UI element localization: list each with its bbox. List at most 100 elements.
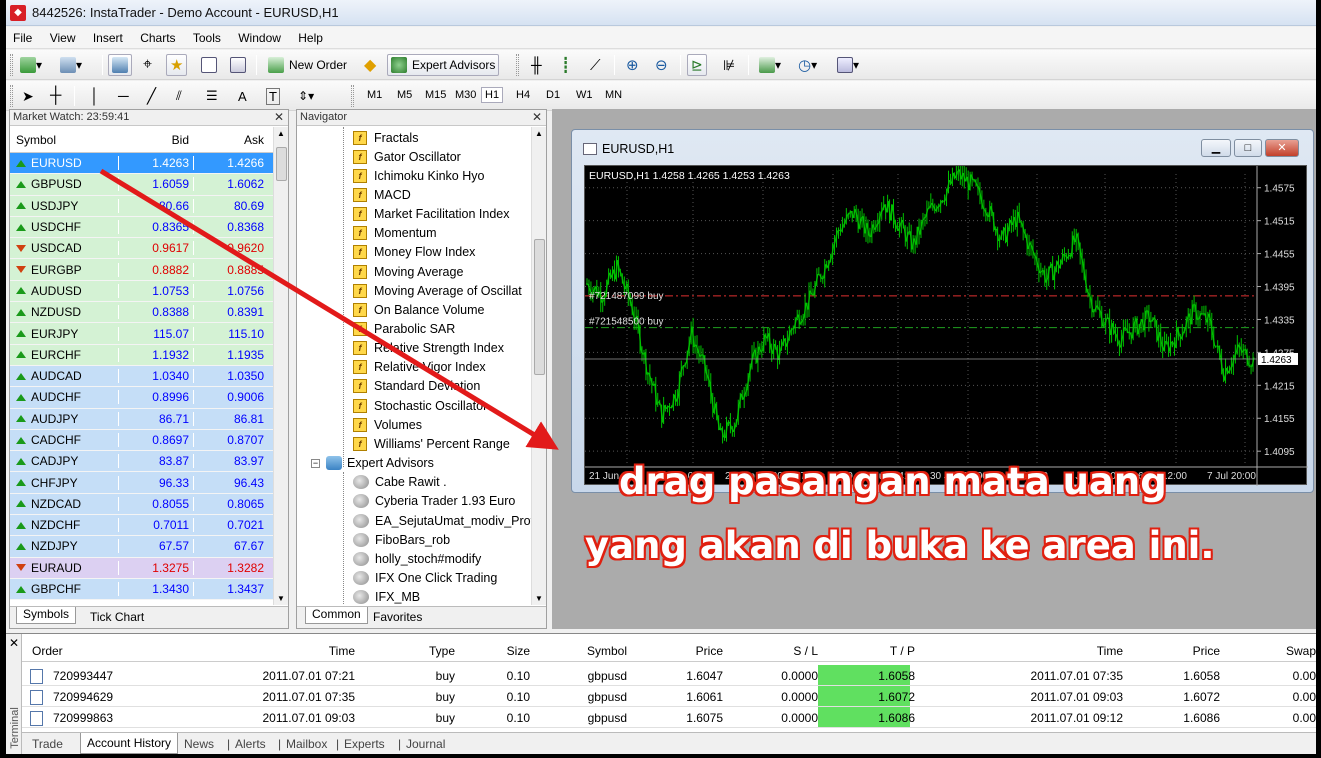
column-header[interactable]: Time — [329, 644, 355, 658]
column-ask[interactable]: Ask — [193, 133, 268, 147]
toolbar-grip[interactable] — [10, 54, 13, 76]
market-watch-row[interactable]: CADJPY 83.87 83.97 — [10, 451, 274, 473]
equidistant-channel-button[interactable]: ⫽ — [172, 85, 186, 107]
terminal-row[interactable]: 720999863 2011.07.01 09:03 buy 0.10 gbpusd 1.… — [22, 707, 1316, 728]
market-watch-scrollbar[interactable]: ▲ ▼ — [273, 127, 288, 605]
timeframe-h1[interactable]: H1 — [481, 87, 504, 103]
menu-file[interactable]: File — [6, 27, 39, 45]
navigator-indicator[interactable]: f Moving Average of Oscillat — [353, 281, 522, 300]
toolbar-grip[interactable] — [516, 54, 519, 76]
market-watch-row[interactable]: USDCHF 0.8365 0.8368 — [10, 216, 274, 239]
navigator-indicator[interactable]: f Williams' Percent Range — [353, 434, 510, 453]
market-watch-row[interactable]: CHFJPY 96.33 96.43 — [10, 472, 274, 494]
toolbar-grip[interactable] — [351, 85, 354, 107]
maximize-button[interactable]: □ — [1234, 139, 1262, 157]
scroll-up-icon[interactable]: ▲ — [277, 129, 285, 138]
market-watch-row[interactable]: NZDCAD 0.8055 0.8065 — [10, 493, 274, 516]
market-watch-row[interactable]: GBPUSD 1.6059 1.6062 — [10, 174, 274, 196]
scroll-down-icon[interactable]: ▼ — [277, 594, 285, 603]
navigator-expert[interactable]: IFX One Click Trading — [353, 568, 497, 587]
market-watch-toggle[interactable] — [108, 54, 132, 76]
close-icon[interactable]: ✕ — [274, 110, 284, 124]
navigator-toggle[interactable]: ★ — [166, 54, 188, 76]
fibonacci-button[interactable]: ☰ — [202, 85, 222, 107]
price-chart[interactable]: 1.45751.45151.44551.43951.43351.42751.42… — [584, 162, 1308, 486]
bar-chart-button[interactable]: ╫ — [527, 54, 546, 76]
expert-advisors-button[interactable]: Expert Advisors — [387, 54, 500, 76]
scroll-thumb[interactable] — [534, 239, 545, 375]
terminal-tab[interactable]: Account History — [80, 733, 179, 754]
market-watch-row[interactable]: AUDUSD 1.0753 1.0756 — [10, 280, 274, 303]
scroll-down-icon[interactable]: ▼ — [535, 594, 543, 603]
navigator-expert[interactable]: FiboBars_rob — [353, 530, 450, 549]
timeframe-m5[interactable]: M5 — [397, 89, 412, 101]
templates-button[interactable]: ▾ — [833, 54, 863, 76]
column-header[interactable]: Time — [1097, 644, 1123, 658]
close-button[interactable]: ✕ — [1265, 139, 1299, 157]
toolbar-grip[interactable] — [10, 85, 13, 107]
navigator-expert[interactable]: EA_SejutaUmat_modiv_Prot — [353, 511, 533, 530]
timeframe-mn[interactable]: MN — [605, 89, 622, 101]
data-window-button[interactable]: ⌖ — [139, 54, 156, 76]
navigator-expert[interactable]: IFX_MB — [353, 588, 420, 605]
navigator-scrollbar[interactable]: ▲ ▼ — [531, 127, 546, 605]
terminal-tab[interactable]: Trade — [32, 737, 63, 751]
navigator-expert[interactable]: Cyberia Trader 1.93 Euro — [353, 492, 515, 511]
chart-window[interactable]: EURUSD,H1 ▁ □ ✕ 1.4575 1.4515 1.4455 1.4395… — [571, 129, 1314, 493]
profiles-button[interactable]: ▾ — [56, 54, 86, 76]
menu-tools[interactable]: Tools — [186, 27, 228, 45]
navigator-indicator[interactable]: f Momentum — [353, 224, 437, 243]
market-watch-row[interactable]: NZDCHF 0.7011 0.7021 — [10, 515, 274, 537]
tab-tick-chart[interactable]: Tick Chart — [90, 610, 144, 624]
navigator-indicator[interactable]: f Money Flow Index — [353, 243, 475, 262]
market-watch-row[interactable]: NZDJPY 67.57 67.67 — [10, 536, 274, 558]
market-watch-row[interactable]: AUDJPY 86.71 86.81 — [10, 408, 274, 430]
market-watch-row[interactable]: CADCHF 0.8697 0.8707 — [10, 429, 274, 452]
column-header[interactable]: Symbol — [587, 644, 627, 658]
text-button[interactable]: A — [234, 85, 251, 107]
scroll-up-icon[interactable]: ▲ — [535, 129, 543, 138]
market-watch-row[interactable]: EURJPY 115.07 115.10 — [10, 323, 274, 345]
market-watch-row[interactable]: AUDCAD 1.0340 1.0350 — [10, 365, 274, 388]
timeframe-h4[interactable]: H4 — [516, 89, 530, 101]
column-header[interactable]: Price — [1193, 644, 1220, 658]
crosshair-button[interactable]: ┼ — [46, 85, 65, 107]
navigator-expert[interactable]: Cabe Rawit . — [353, 473, 447, 492]
timeframe-m1[interactable]: M1 — [367, 89, 382, 101]
navigator-indicator[interactable]: f Relative Vigor Index — [353, 358, 486, 377]
navigator-indicator[interactable]: f Market Facilitation Index — [353, 205, 509, 224]
market-watch-row[interactable]: GBPCHF 1.3430 1.3437 — [10, 578, 274, 601]
indicators-button[interactable]: ▾ — [755, 54, 785, 76]
cursor-button[interactable]: ➤ — [18, 85, 38, 107]
navigator-indicator[interactable]: f Fractals — [353, 128, 418, 147]
auto-scroll-button[interactable]: ⊵ — [687, 54, 707, 76]
navigator-indicator[interactable]: f Moving Average — [353, 262, 463, 281]
terminal-tab[interactable]: Experts — [344, 737, 385, 751]
zoom-in-button[interactable]: ⊕ — [622, 54, 643, 76]
market-watch-row[interactable]: EURAUD 1.3275 1.3282 — [10, 557, 274, 579]
timeframe-m30[interactable]: M30 — [455, 89, 476, 101]
menu-charts[interactable]: Charts — [133, 27, 182, 45]
market-watch-row[interactable]: NZDUSD 0.8388 0.8391 — [10, 302, 274, 324]
column-header[interactable]: Order — [32, 644, 63, 658]
collapse-icon[interactable]: − — [311, 458, 320, 468]
market-watch-row[interactable]: EURGBP 0.8882 0.8885 — [10, 259, 274, 281]
column-header[interactable]: S / L — [793, 644, 818, 658]
close-icon[interactable]: ✕ — [532, 110, 542, 124]
chart-canvas[interactable]: 1.45751.45151.44551.43951.43351.42751.42… — [585, 162, 1308, 486]
navigator-indicator[interactable]: f Standard Deviation — [353, 377, 480, 396]
terminal-toggle[interactable] — [197, 54, 221, 76]
menu-help[interactable]: Help — [291, 27, 330, 45]
market-watch-row[interactable]: USDJPY 80.66 80.69 — [10, 195, 274, 217]
tab-symbols[interactable]: Symbols — [16, 607, 77, 624]
navigator-indicator[interactable]: f Parabolic SAR — [353, 320, 455, 339]
terminal-tab[interactable]: Alerts — [235, 737, 266, 751]
close-icon[interactable]: ✕ — [9, 636, 19, 650]
trendline-button[interactable]: ╱ — [143, 85, 160, 107]
tab-common[interactable]: Common — [305, 607, 368, 624]
periods-button[interactable]: ◷ ▾ — [794, 54, 821, 76]
column-symbol[interactable]: Symbol — [10, 133, 118, 147]
scroll-thumb[interactable] — [276, 147, 287, 181]
candlestick-button[interactable]: ┋ — [557, 54, 574, 76]
navigator-indicator[interactable]: f MACD — [353, 185, 411, 204]
